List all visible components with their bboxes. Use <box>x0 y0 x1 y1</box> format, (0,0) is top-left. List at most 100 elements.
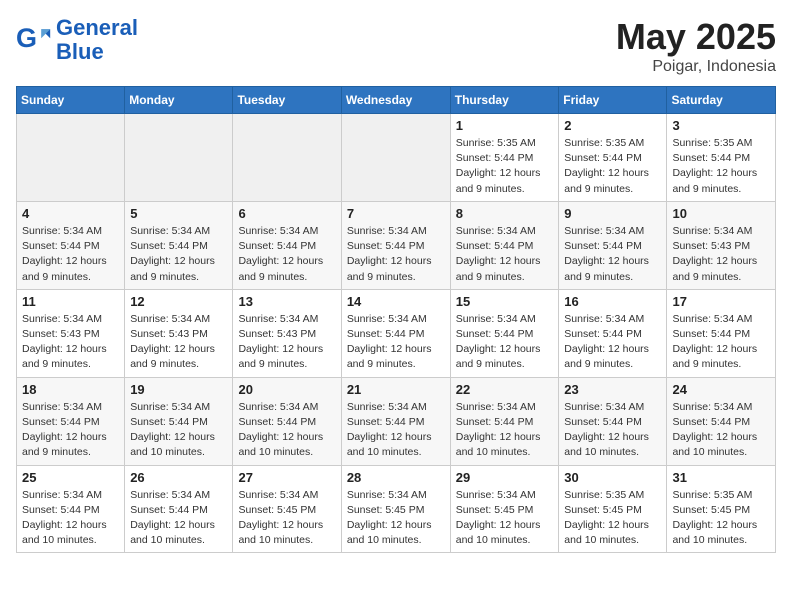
day-number: 3 <box>672 118 770 133</box>
day-info: Sunrise: 5:35 AMSunset: 5:44 PMDaylight:… <box>456 136 554 197</box>
day-number: 7 <box>347 206 445 221</box>
day-number: 15 <box>456 294 554 309</box>
calendar-cell: 27 Sunrise: 5:34 AMSunset: 5:45 PMDayligh… <box>233 465 341 553</box>
day-number: 18 <box>22 382 119 397</box>
day-number: 1 <box>456 118 554 133</box>
logo-line1: General <box>56 16 138 40</box>
weekday-friday: Friday <box>559 87 667 114</box>
calendar-cell: 9 Sunrise: 5:34 AMSunset: 5:44 PMDaylight… <box>559 201 667 289</box>
day-number: 9 <box>564 206 661 221</box>
weekday-monday: Monday <box>125 87 233 114</box>
calendar-body: 1 Sunrise: 5:35 AMSunset: 5:44 PMDaylight… <box>17 114 776 553</box>
day-number: 28 <box>347 470 445 485</box>
day-info: Sunrise: 5:34 AMSunset: 5:44 PMDaylight:… <box>564 312 661 373</box>
day-info: Sunrise: 5:34 AMSunset: 5:44 PMDaylight:… <box>672 312 770 373</box>
month-title: May 2025 <box>616 16 776 58</box>
day-info: Sunrise: 5:34 AMSunset: 5:44 PMDaylight:… <box>456 312 554 373</box>
calendar-cell: 24 Sunrise: 5:34 AMSunset: 5:44 PMDayligh… <box>667 377 776 465</box>
calendar-cell: 16 Sunrise: 5:34 AMSunset: 5:44 PMDayligh… <box>559 289 667 377</box>
calendar-cell: 3 Sunrise: 5:35 AMSunset: 5:44 PMDaylight… <box>667 114 776 202</box>
calendar-cell: 6Sunrise: 5:34 AMSunset: 5:44 PMDaylight… <box>233 201 341 289</box>
weekday-thursday: Thursday <box>450 87 559 114</box>
day-info: Sunrise: 5:34 AMSunset: 5:44 PMDaylight:… <box>347 312 445 373</box>
weekday-tuesday: Tuesday <box>233 87 341 114</box>
day-info: Sunrise: 5:34 AMSunset: 5:45 PMDaylight:… <box>456 488 554 549</box>
calendar-cell: 2Sunrise: 5:35 AMSunset: 5:44 PMDaylight… <box>559 114 667 202</box>
day-info: Sunrise: 5:34 AMSunset: 5:43 PMDaylight:… <box>238 312 335 373</box>
day-number: 27 <box>238 470 335 485</box>
calendar-cell: 11 Sunrise: 5:34 AMSunset: 5:43 PMDayligh… <box>17 289 125 377</box>
calendar-cell: 4Sunrise: 5:34 AMSunset: 5:44 PMDaylight… <box>17 201 125 289</box>
calendar-week-4: 18 Sunrise: 5:34 AMSunset: 5:44 PMDayligh… <box>17 377 776 465</box>
day-number: 31 <box>672 470 770 485</box>
calendar-cell: 1 Sunrise: 5:35 AMSunset: 5:44 PMDaylight… <box>450 114 559 202</box>
day-info: Sunrise: 5:35 AMSunset: 5:44 PMDaylight:… <box>564 136 661 197</box>
day-info: Sunrise: 5:34 AMSunset: 5:44 PMDaylight:… <box>347 224 445 285</box>
day-number: 30 <box>564 470 661 485</box>
calendar-cell: 12 Sunrise: 5:34 AMSunset: 5:43 PMDayligh… <box>125 289 233 377</box>
day-number: 19 <box>130 382 227 397</box>
calendar-cell: 23Sunrise: 5:34 AMSunset: 5:44 PMDayligh… <box>559 377 667 465</box>
calendar-cell: 26Sunrise: 5:34 AMSunset: 5:44 PMDayligh… <box>125 465 233 553</box>
day-number: 8 <box>456 206 554 221</box>
calendar-cell: 15 Sunrise: 5:34 AMSunset: 5:44 PMDayligh… <box>450 289 559 377</box>
day-info: Sunrise: 5:34 AMSunset: 5:44 PMDaylight:… <box>130 400 227 461</box>
day-info: Sunrise: 5:34 AMSunset: 5:44 PMDaylight:… <box>672 400 770 461</box>
calendar-cell: 19 Sunrise: 5:34 AMSunset: 5:44 PMDayligh… <box>125 377 233 465</box>
weekday-saturday: Saturday <box>667 87 776 114</box>
day-info: Sunrise: 5:35 AMSunset: 5:44 PMDaylight:… <box>672 136 770 197</box>
day-info: Sunrise: 5:34 AMSunset: 5:44 PMDaylight:… <box>564 224 661 285</box>
day-info: Sunrise: 5:35 AMSunset: 5:45 PMDaylight:… <box>564 488 661 549</box>
day-number: 14 <box>347 294 445 309</box>
weekday-sunday: Sunday <box>17 87 125 114</box>
logo-icon: G <box>16 22 52 58</box>
day-info: Sunrise: 5:34 AMSunset: 5:45 PMDaylight:… <box>347 488 445 549</box>
day-info: Sunrise: 5:34 AMSunset: 5:44 PMDaylight:… <box>564 400 661 461</box>
calendar-cell: 20Sunrise: 5:34 AMSunset: 5:44 PMDayligh… <box>233 377 341 465</box>
day-number: 12 <box>130 294 227 309</box>
calendar-cell <box>17 114 125 202</box>
calendar-week-2: 4Sunrise: 5:34 AMSunset: 5:44 PMDaylight… <box>17 201 776 289</box>
location: Poigar, Indonesia <box>616 58 776 76</box>
calendar-cell: 14 Sunrise: 5:34 AMSunset: 5:44 PMDayligh… <box>341 289 450 377</box>
day-number: 5 <box>130 206 227 221</box>
calendar-cell: 28 Sunrise: 5:34 AMSunset: 5:45 PMDayligh… <box>341 465 450 553</box>
day-number: 17 <box>672 294 770 309</box>
day-info: Sunrise: 5:34 AMSunset: 5:43 PMDaylight:… <box>672 224 770 285</box>
calendar-cell: 18Sunrise: 5:34 AMSunset: 5:44 PMDayligh… <box>17 377 125 465</box>
day-info: Sunrise: 5:35 AMSunset: 5:45 PMDaylight:… <box>672 488 770 549</box>
day-number: 25 <box>22 470 119 485</box>
day-info: Sunrise: 5:34 AMSunset: 5:44 PMDaylight:… <box>130 488 227 549</box>
day-number: 29 <box>456 470 554 485</box>
day-info: Sunrise: 5:34 AMSunset: 5:44 PMDaylight:… <box>456 400 554 461</box>
calendar-cell: 21Sunrise: 5:34 AMSunset: 5:44 PMDayligh… <box>341 377 450 465</box>
calendar-table: SundayMondayTuesdayWednesdayThursdayFrid… <box>16 86 776 553</box>
calendar-cell: 17 Sunrise: 5:34 AMSunset: 5:44 PMDayligh… <box>667 289 776 377</box>
day-info: Sunrise: 5:34 AMSunset: 5:44 PMDaylight:… <box>456 224 554 285</box>
calendar-cell: 5Sunrise: 5:34 AMSunset: 5:44 PMDaylight… <box>125 201 233 289</box>
day-info: Sunrise: 5:34 AMSunset: 5:45 PMDaylight:… <box>238 488 335 549</box>
day-number: 11 <box>22 294 119 309</box>
calendar-cell: 13 Sunrise: 5:34 AMSunset: 5:43 PMDayligh… <box>233 289 341 377</box>
logo: G General Blue <box>16 16 138 64</box>
day-info: Sunrise: 5:34 AMSunset: 5:43 PMDaylight:… <box>130 312 227 373</box>
calendar-cell: 7 Sunrise: 5:34 AMSunset: 5:44 PMDaylight… <box>341 201 450 289</box>
calendar-cell: 22 Sunrise: 5:34 AMSunset: 5:44 PMDayligh… <box>450 377 559 465</box>
title-block: May 2025 Poigar, Indonesia <box>616 16 776 76</box>
day-info: Sunrise: 5:34 AMSunset: 5:43 PMDaylight:… <box>22 312 119 373</box>
weekday-header-row: SundayMondayTuesdayWednesdayThursdayFrid… <box>17 87 776 114</box>
day-info: Sunrise: 5:34 AMSunset: 5:44 PMDaylight:… <box>238 224 335 285</box>
day-number: 13 <box>238 294 335 309</box>
calendar-cell: 10 Sunrise: 5:34 AMSunset: 5:43 PMDayligh… <box>667 201 776 289</box>
day-number: 10 <box>672 206 770 221</box>
day-info: Sunrise: 5:34 AMSunset: 5:44 PMDaylight:… <box>22 224 119 285</box>
day-info: Sunrise: 5:34 AMSunset: 5:44 PMDaylight:… <box>347 400 445 461</box>
calendar-cell: 31 Sunrise: 5:35 AMSunset: 5:45 PMDayligh… <box>667 465 776 553</box>
weekday-wednesday: Wednesday <box>341 87 450 114</box>
day-number: 22 <box>456 382 554 397</box>
logo-line2: Blue <box>56 40 138 64</box>
calendar-cell <box>125 114 233 202</box>
day-number: 16 <box>564 294 661 309</box>
day-number: 24 <box>672 382 770 397</box>
calendar-cell <box>233 114 341 202</box>
